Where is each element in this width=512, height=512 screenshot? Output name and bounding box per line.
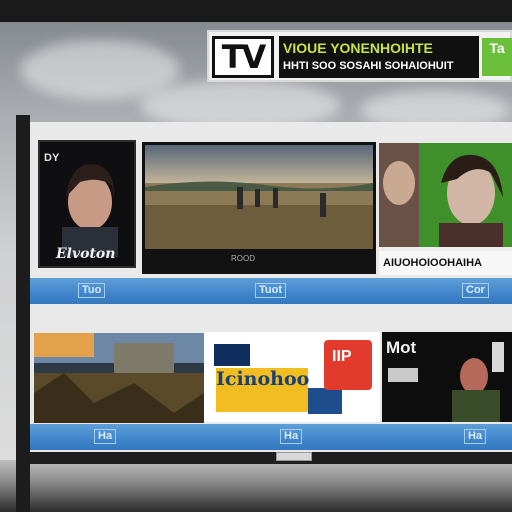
ground xyxy=(0,460,512,512)
figure-poster-image xyxy=(388,342,504,422)
ruins-scene-image xyxy=(34,333,204,423)
banner-subtitle: HHTI SOO SOSAHI SOHAIOHUIT xyxy=(283,60,454,72)
field-scene-image xyxy=(145,145,373,249)
shelf-label[interactable]: Cor xyxy=(462,283,489,298)
tile-poster-3[interactable]: AIUOHOIOOHAIHA xyxy=(379,143,512,275)
banner-title: VIOUE YONENHOIHTE xyxy=(283,40,433,56)
shelf-label[interactable]: Tuo xyxy=(78,283,106,298)
shelf-bar-2: Ha Ha Ha xyxy=(30,424,512,450)
tile-badge: IIP xyxy=(332,348,352,365)
tv-logo: TV xyxy=(212,36,274,78)
tile-poster-1[interactable]: DY Elvoton xyxy=(38,140,136,268)
tile-caption: Elvoton xyxy=(56,246,116,262)
base-rail xyxy=(30,452,512,464)
tile-poster-6[interactable]: Mot xyxy=(382,332,512,422)
tile-ruins[interactable] xyxy=(34,333,204,423)
shelf-label[interactable]: Ha xyxy=(464,429,487,444)
shelf-label[interactable]: Ha xyxy=(94,429,117,444)
tile-landscape[interactable]: ROOD xyxy=(142,142,376,274)
top-frame-bar xyxy=(0,0,512,22)
shelf-label[interactable]: Tuot xyxy=(255,283,287,298)
display-pole xyxy=(16,115,30,512)
base-tab[interactable] xyxy=(276,452,312,461)
banner-side-badge: Ta xyxy=(482,38,512,76)
tv-banner[interactable]: TV VIOUE YONENHOIHTE HHTI SOO SOSAHI SOH… xyxy=(207,30,512,82)
tile-promo[interactable]: Icinohoo IIP xyxy=(204,332,380,422)
banner-text-block: VIOUE YONENHOIHTE HHTI SOO SOSAHI SOHAIO… xyxy=(279,36,479,78)
shelf-bar-1: Tuo Tuot Cor xyxy=(30,278,512,304)
zombie-poster-image xyxy=(379,143,512,247)
shelf-label[interactable]: Ha xyxy=(280,429,303,444)
tile-caption: AIUOHOIOOHAIHA xyxy=(383,257,482,269)
tile-caption: Icinohoo xyxy=(216,368,310,390)
